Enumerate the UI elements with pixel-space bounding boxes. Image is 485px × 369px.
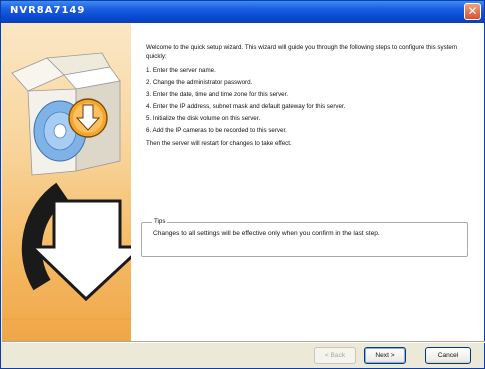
step-item: 1. Enter the server name. (146, 67, 216, 74)
step-item: 3. Enter the date, time and time zone fo… (146, 91, 289, 99)
intro-text: Welcome to the quick setup wizard. This … (146, 44, 458, 60)
step-item: 5. Initialize the disk volume on this se… (146, 115, 261, 123)
back-button[interactable]: < Back (314, 347, 356, 364)
steps-list: 1. Enter the server name. 2. Change the … (146, 65, 466, 138)
software-box-download-icon (2, 52, 131, 320)
tips-title: Tips (152, 218, 168, 225)
wizard-side-panel (2, 23, 131, 341)
cancel-button[interactable]: Cancel (425, 347, 471, 364)
close-button[interactable]: ✕ (464, 3, 481, 20)
setup-wizard-window: NVR8A7149 ✕ Welcome to the quick setup w… (0, 0, 485, 369)
restart-note: Then the server will restart for changes… (146, 140, 292, 147)
tips-text: Changes to all settings will be effectiv… (153, 230, 380, 237)
window-title: NVR8A7149 (10, 5, 86, 16)
wizard-content: Welcome to the quick setup wizard. This … (131, 23, 484, 341)
close-icon: ✕ (467, 4, 478, 18)
button-separator (2, 341, 485, 343)
step-item: 2. Change the administrator password. (146, 79, 253, 87)
next-button[interactable]: Next > (364, 347, 406, 364)
tips-groupbox: Tips Changes to all settings will be eff… (141, 218, 468, 257)
title-bar[interactable]: NVR8A7149 ✕ (1, 1, 484, 23)
step-item: 6. Add the IP cameras to be recorded to … (146, 127, 287, 135)
step-item: 4. Enter the IP address, subnet mask and… (146, 103, 346, 111)
